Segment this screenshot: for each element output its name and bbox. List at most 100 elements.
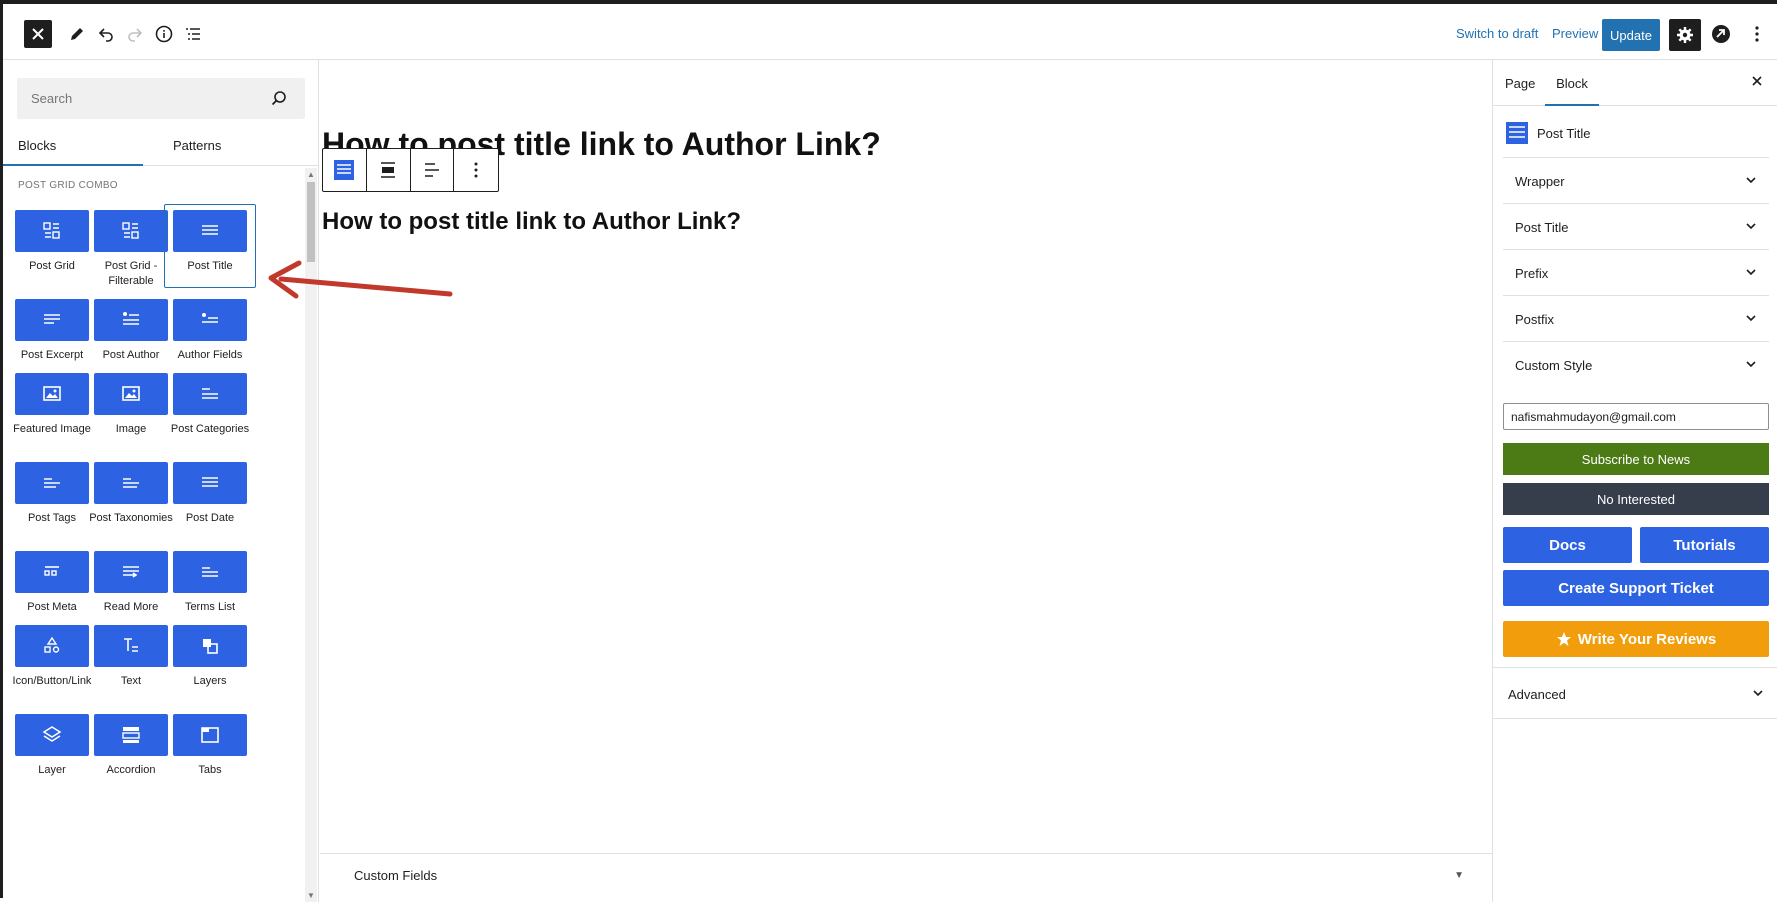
editor-frame: Switch to draft Preview Update Search Bl… [0,0,1777,902]
settings-button[interactable] [1669,19,1701,51]
tab-block[interactable]: Block [1545,60,1599,106]
block-toolbar [322,148,499,192]
search-input[interactable]: Search [31,91,72,106]
block-inserter-panel: Search Blocks Patterns POST GRID COMBO P… [3,60,319,902]
tab-blocks[interactable]: Blocks [3,124,143,166]
scroll-up-icon[interactable]: ▲ [307,170,315,179]
read-more-icon [123,566,139,578]
block-tile [15,462,89,504]
scroll-down-icon[interactable]: ▼ [307,891,315,900]
subscribe-button[interactable]: Subscribe to News [1503,443,1769,475]
post-title-block-icon [1506,122,1528,144]
block-tile [173,210,247,252]
block-tile [15,551,89,593]
details-button[interactable] [152,22,176,46]
panel-post-title[interactable]: Post Title [1503,203,1769,249]
block-tile [173,299,247,341]
tutorials-button[interactable]: Tutorials [1640,527,1769,563]
panel-custom-style[interactable]: Custom Style [1503,341,1769,387]
editor-canvas: How to post title link to Author Link? H… [320,60,1492,902]
gear-icon [1677,27,1693,43]
plugin-button[interactable] [1709,22,1733,46]
block-search[interactable]: Search [17,78,305,119]
block-card: Post Title [1505,118,1765,148]
undo-icon [98,28,113,42]
taxonomies-icon [123,478,139,488]
redo-button[interactable] [123,22,147,46]
undo-button[interactable] [94,22,118,46]
settings-sidebar: Page Block Post Title Wrapper Post Title… [1492,60,1777,902]
block-item-post-date[interactable]: Post Date [164,462,256,526]
block-item-layers[interactable]: Layers [164,625,256,689]
block-item-post-title[interactable]: Post Title [164,204,256,288]
block-label: Author Fields [177,349,243,361]
author-fields-icon [202,313,218,323]
close-editor-button[interactable] [24,20,52,48]
block-tile [15,625,89,667]
block-tile [15,714,89,756]
text-icon [124,638,138,652]
edit-icon [71,28,83,40]
write-reviews-button[interactable]: Write Your Reviews [1503,621,1769,657]
chevron-down-icon [1746,361,1756,368]
create-support-ticket-button[interactable]: Create Support Ticket [1503,570,1769,606]
switch-to-draft-link[interactable]: Switch to draft [1456,26,1538,41]
text-align-button[interactable] [411,149,455,191]
align-icon [381,162,396,178]
block-item-author-fields[interactable]: Author Fields [164,299,256,363]
panel-advanced[interactable]: Advanced [1493,667,1777,719]
panel-label: Wrapper [1515,174,1565,189]
block-item-terms-list[interactable]: Terms List [164,551,256,615]
inserter-scrollbar[interactable]: ▲ ▼ [305,168,317,902]
docs-button[interactable]: Docs [1503,527,1632,563]
tab-patterns[interactable]: Patterns [158,124,298,166]
category-heading: POST GRID COMBO [18,180,118,191]
preview-link[interactable]: Preview [1552,26,1598,41]
grid-icon [122,222,139,239]
not-interested-button[interactable]: No Interested [1503,483,1769,515]
terms-icon [202,567,218,577]
email-field[interactable]: nafismahmudayon@gmail.com [1503,403,1769,430]
shapes-icon [44,636,60,653]
block-tile [94,462,168,504]
advanced-label: Advanced [1508,687,1566,702]
panel-postfix[interactable]: Postfix [1503,295,1769,341]
block-label: Layers [193,675,227,687]
block-label: Post Title [187,260,233,272]
block-tile [15,299,89,341]
tabs-icon [201,727,219,743]
date-icon [202,477,218,487]
chevron-down-icon [1746,177,1756,184]
panel-prefix[interactable]: Prefix [1503,249,1769,295]
update-button[interactable]: Update [1602,19,1660,51]
more-options-button[interactable] [454,149,498,191]
tags-icon [44,478,60,488]
block-card-title: Post Title [1537,125,1591,141]
block-tile [173,625,247,667]
close-icon[interactable] [1750,74,1764,88]
accordion-icon [122,727,140,743]
block-tile [94,299,168,341]
tab-page[interactable]: Page [1505,60,1535,106]
search-icon [271,91,286,106]
options-menu-button[interactable] [1745,22,1769,46]
block-tile [94,625,168,667]
block-tile [94,714,168,756]
list-view-button[interactable] [181,22,205,46]
inserter-tabs: Blocks Patterns [3,124,318,166]
block-item-tabs[interactable]: Tabs [164,714,256,778]
panel-label: Postfix [1515,312,1555,327]
edit-tool-button[interactable] [65,22,89,46]
scroll-thumb[interactable] [307,182,315,262]
caret-down-icon[interactable]: ▼ [1454,870,1464,881]
align-button[interactable] [367,149,411,191]
panel-wrapper[interactable]: Wrapper [1503,157,1769,203]
block-tile [15,210,89,252]
excerpt-icon [44,314,60,324]
block-type-button[interactable] [323,149,367,191]
block-label: Post Date [185,512,235,524]
custom-fields-panel[interactable]: Custom Fields ▼ [320,853,1492,902]
post-title-block[interactable]: How to post title link to Author Link? [322,208,741,236]
block-item-post-categories[interactable]: Post Categories [164,373,256,437]
list-view-icon [186,28,200,40]
